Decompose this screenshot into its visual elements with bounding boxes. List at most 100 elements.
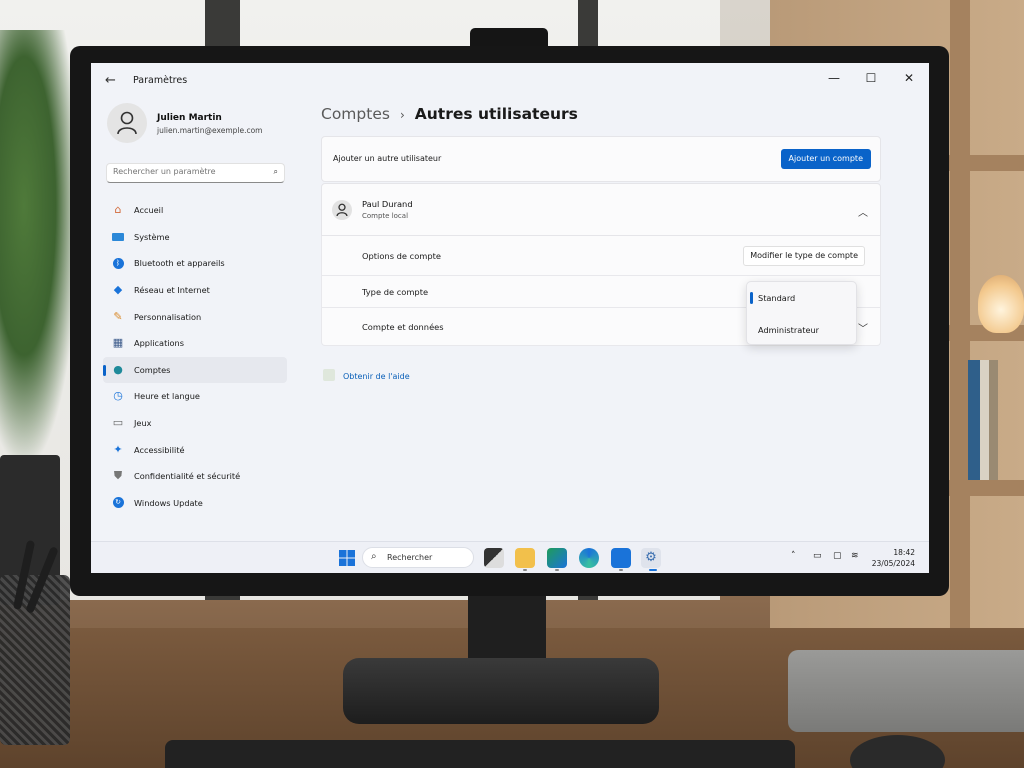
edge-icon[interactable] [579,548,599,568]
close-icon[interactable]: ✕ [899,71,919,85]
sidebar-item-label: Accessibilité [134,444,185,455]
sidebar-item-label: Windows Update [134,497,203,508]
sidebar-item-label: Réseau et Internet [134,285,210,296]
user-icon [117,111,137,135]
avatar [107,103,147,143]
search-icon[interactable]: ⌕ [274,167,278,177]
chevron-up-icon[interactable]: ˄ [791,551,796,561]
active-indicator [649,569,657,571]
sidebar-item-reseau[interactable]: ◆ Réseau et Internet [103,277,287,304]
back-arrow-icon[interactable]: ← [105,73,116,88]
row-label: Compte et données [362,322,444,332]
sidebar-item-label: Accueil [134,205,164,216]
lamp [978,275,1024,333]
sidebar-item-jeux[interactable]: ▭ Jeux [103,410,287,437]
monitor-stand-base [343,658,659,724]
row-label: Options de compte [362,251,442,261]
user-account-type: Compte local [362,212,409,220]
user-avatar [332,200,352,220]
windows-logo-icon [339,550,355,566]
account-options-row: Options de compte Modifier le type de co… [321,236,881,276]
time: 18:42 [893,548,915,557]
sidebar-item-label: Comptes [134,364,171,375]
settings-window: ← Paramètres — ☐ ✕ Julien Martin julien.… [91,63,929,573]
breadcrumb-separator: › [399,108,405,122]
sidebar-item-label: Heure et langue [134,391,200,402]
chat-icon[interactable]: ▢ [833,551,842,561]
plant [0,30,80,470]
sidebar-item-label: Jeux [134,418,152,429]
search-box: ⌕ [106,163,285,183]
sidebar-item-label: Bluetooth et appareils [134,258,225,269]
sidebar-item-systeme[interactable]: Système [103,224,287,251]
maximize-icon[interactable]: ☐ [861,71,881,85]
taskbar: ⌕ Rechercher ⚙ ˄ ▭ ▢ ≋ 18:42 23/05/2024 [91,541,929,573]
wifi-icon[interactable]: ≋ [851,551,859,561]
chevron-up-icon[interactable]: ︿ [858,204,868,219]
sidebar-item-accueil[interactable]: ⌂ Accueil [103,197,287,224]
books [968,360,998,480]
user-profile[interactable]: Julien Martin julien.martin@exemple.com [107,103,297,147]
search-icon: ⌕ [371,551,377,562]
sidebar-item-confidentialite[interactable]: ⛊ Confidentialité et sécurité [103,463,287,490]
shield-icon: ⛊ [113,469,123,483]
sidebar-item-label: Applications [134,338,185,349]
row-label: Type de compte [362,287,429,297]
taskbar-search[interactable]: ⌕ Rechercher [362,547,474,568]
home-icon: ⌂ [114,203,122,217]
dropdown-option-administrateur[interactable]: Administrateur [747,316,858,344]
sidebar-item-accessibilite[interactable]: ✦ Accessibilité [103,436,287,463]
gear-icon: ⚙ [645,550,657,565]
minimize-icon[interactable]: — [824,71,844,85]
sidebar-item-label: Personnalisation [134,311,202,322]
task-view-icon[interactable] [484,548,504,568]
bluetooth-icon: ᛒ [111,256,125,270]
help-link[interactable]: Obtenir de l'aide [323,369,410,381]
user-name: Paul Durand [362,199,413,209]
sidebar-item-comptes[interactable]: ● Comptes [103,356,287,384]
running-indicator [523,569,527,571]
accessibility-icon: ✦ [113,442,123,456]
sidebar-item-windows-update[interactable]: ↻ Windows Update [103,490,287,517]
breadcrumb: Comptes › Autres utilisateurs [321,105,578,123]
sidebar-item-heure-langue[interactable]: ◷ Heure et langue [103,383,287,410]
sidebar-item-label: Système [134,231,170,242]
search-input[interactable] [113,167,263,176]
sidebar-nav: ⌂ Accueil Système ᛒ Bluetooth et apparei… [103,197,287,516]
laptop [788,650,1024,732]
time-language-icon: ◷ [113,389,123,403]
brush-icon: ✎ [113,309,123,323]
dropdown-option-standard[interactable]: Standard [747,284,858,312]
clock[interactable]: 18:42 23/05/2024 [872,547,915,569]
display-icon[interactable]: ▭ [813,551,822,561]
add-account-button[interactable]: Ajouter un compte [780,149,871,169]
chevron-down-icon[interactable]: ﹀ [858,320,868,335]
add-user-label: Ajouter un autre utilisateur [333,154,442,163]
file-explorer-icon[interactable] [515,548,535,568]
taskbar-search-label: Rechercher [387,553,433,562]
user-card-header[interactable]: Paul Durand Compte local ︿ [321,183,881,236]
title-bar: ← Paramètres — ☐ ✕ [91,63,929,99]
help-label: Obtenir de l'aide [343,372,410,381]
network-icon: ◆ [113,283,123,297]
app-title: Paramètres [133,75,188,86]
account-icon: ● [113,362,123,376]
system-icon [111,230,125,244]
sidebar-item-applications[interactable]: ▦ Applications [103,330,287,357]
sidebar-item-bluetooth[interactable]: ᛒ Bluetooth et appareils [103,250,287,277]
sidebar-item-label: Confidentialité et sécurité [134,471,241,482]
sidebar-item-personnalisation[interactable]: ✎ Personnalisation [103,303,287,330]
page-title: Autres utilisateurs [414,105,578,123]
apps-icon: ▦ [112,336,124,350]
account-type-dropdown: Standard Administrateur [746,281,857,345]
help-icon [323,369,335,381]
settings-app-icon[interactable]: ⚙ [641,548,661,568]
store-icon[interactable] [547,548,567,568]
add-user-card: Ajouter un autre utilisateur Ajouter un … [321,136,881,182]
breadcrumb-parent[interactable]: Comptes [321,105,390,123]
running-indicator [619,569,623,571]
profile-email: julien.martin@exemple.com [157,126,263,135]
start-icon[interactable] [337,548,357,568]
change-account-type-button[interactable]: Modifier le type de compte [743,246,865,266]
mail-icon[interactable] [611,548,631,568]
